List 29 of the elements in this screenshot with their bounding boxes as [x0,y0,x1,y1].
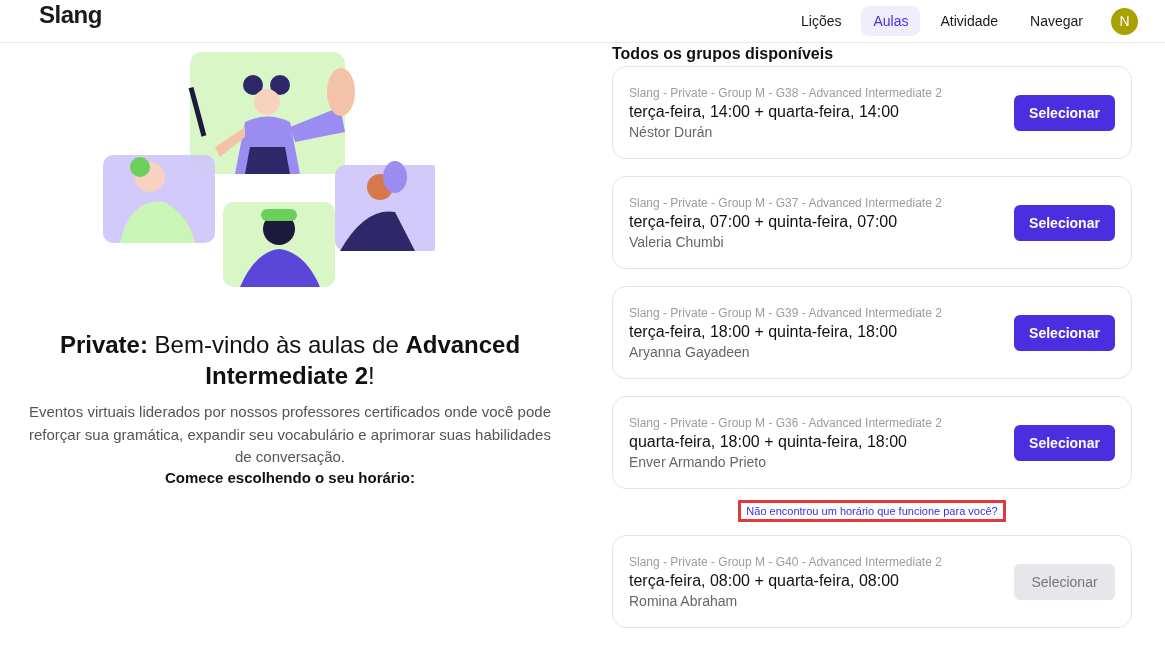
help-link[interactable]: Não encontrou um horário que funcione para você? [738,500,1006,522]
select-button[interactable]: Selecionar [1014,204,1115,241]
welcome-heading: Private: Bem-vindo às aulas de Advanced Intermediate 2! [58,330,522,392]
schedule-text: quarta-feira, 18:00 + quinta-feira, 18:00 [629,432,908,451]
group-name: Slang - Private - Group M - G37 - Advanced Intermediate 2 [629,195,942,210]
description-text: Eventos virtuais liderados por nossos professores certificados onde você pode reforçar sua gramática, expandir seu vocabulário e aprimorar suas habilidades de conversação. [28,402,552,468]
nav-tab[interactable]: Lições [789,6,854,36]
select-button[interactable]: Selecionar [1014,94,1115,131]
select-button[interactable]: Selecionar [1014,314,1115,351]
nav-tab[interactable]: Atividade [928,6,1011,36]
prompt-text: Comece escolhendo o seu horário: [164,468,416,486]
teacher-name: Romina Abraham [629,592,739,609]
group-name: Slang - Private - Group M - G36 - Advanced Intermediate 2 [629,415,942,430]
groups-heading: Todos os grupos disponíveis [612,45,835,63]
teacher-name: Valeria Chumbi [629,233,725,250]
group-name: Slang - Private - Group M - G39 - Advanced Intermediate 2 [629,305,942,320]
group-name: Slang - Private - Group M - G40 - Advanced Intermediate 2 [629,554,942,569]
select-button[interactable]: Selecionar [1014,424,1115,461]
schedule-text: terça-feira, 14:00 + quarta-feira, 14:00 [629,102,900,121]
schedule-text: terça-feira, 18:00 + quinta-feira, 18:00 [629,322,899,341]
teacher-name: Néstor Durán [629,123,714,140]
logo[interactable]: Slang [39,1,102,29]
group-name: Slang - Private - Group M - G38 - Advanced Intermediate 2 [629,85,942,100]
nav-tab[interactable]: Aulas [861,6,921,36]
schedule-text: terça-feira, 07:00 + quinta-feira, 07:00 [629,212,899,231]
nav-tab[interactable]: Navegar [1018,6,1095,36]
schedule-text: terça-feira, 08:00 + quarta-feira, 08:00 [629,571,900,590]
teacher-name: Aryanna Gayadeen [629,343,751,360]
teacher-name: Enver Armando Prieto [629,453,767,470]
